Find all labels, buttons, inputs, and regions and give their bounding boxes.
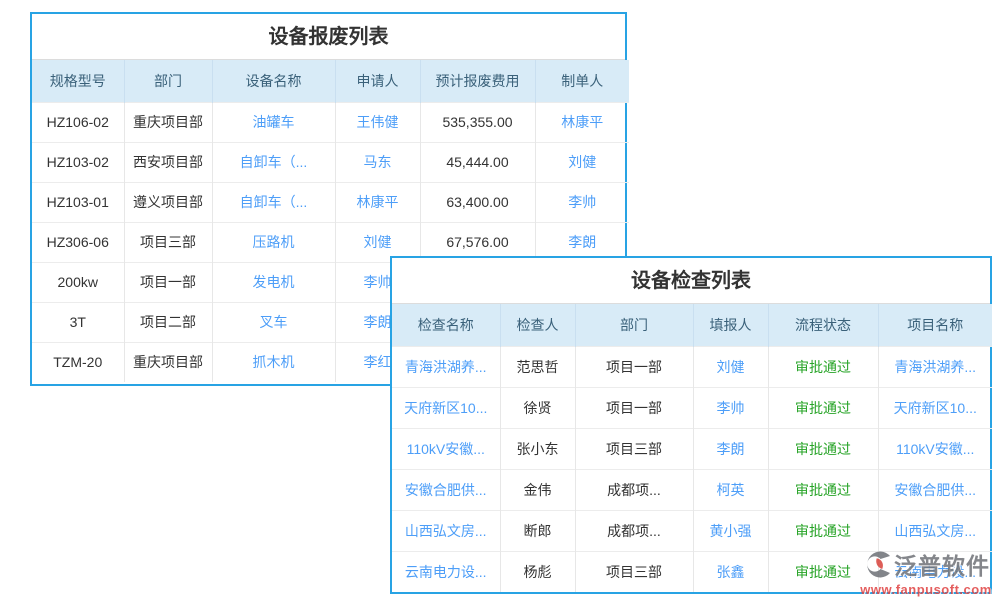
- col-department: 部门: [575, 304, 693, 346]
- inspection-list-table: 检查名称 检查人 部门 填报人 流程状态 项目名称 青海洪湖养... 范思哲 项…: [392, 304, 992, 592]
- table-row: 山西弘文房... 断郎 成都项... 黄小强 审批通过 山西弘文房...: [392, 510, 992, 551]
- cell-inspection-name[interactable]: 云南电力设...: [392, 551, 500, 592]
- cell-applicant[interactable]: 马东: [335, 142, 420, 182]
- cell-project-name[interactable]: 山西弘文房...: [878, 510, 992, 551]
- col-department: 部门: [124, 60, 212, 102]
- cell-scrap-cost: 63,400.00: [420, 182, 535, 222]
- col-scrap-cost: 预计报废费用: [420, 60, 535, 102]
- inspection-list-panel: 设备检查列表 检查名称 检查人 部门 填报人 流程状态 项目名称 青海洪湖养..…: [390, 256, 992, 594]
- table-row: 安徽合肥供... 金伟 成都项... 柯英 审批通过 安徽合肥供...: [392, 469, 992, 510]
- cell-equipment-name[interactable]: 自卸车（...: [212, 142, 335, 182]
- col-flow-status: 流程状态: [768, 304, 878, 346]
- cell-inspector: 断郎: [500, 510, 575, 551]
- cell-applicant[interactable]: 王伟健: [335, 102, 420, 142]
- cell-inspector: 范思哲: [500, 346, 575, 387]
- cell-department: 项目三部: [575, 428, 693, 469]
- cell-scrap-cost: 45,444.00: [420, 142, 535, 182]
- cell-department: 重庆项目部: [124, 102, 212, 142]
- cell-flow-status: 审批通过: [768, 428, 878, 469]
- cell-department: 项目二部: [124, 302, 212, 342]
- cell-inspection-name[interactable]: 110kV安徽...: [392, 428, 500, 469]
- cell-filler[interactable]: 刘健: [693, 346, 768, 387]
- scrap-header-row: 规格型号 部门 设备名称 申请人 预计报废费用 制单人: [32, 60, 629, 102]
- cell-creator[interactable]: 林康平: [535, 102, 629, 142]
- cell-department: 遵义项目部: [124, 182, 212, 222]
- table-row: 天府新区10... 徐贤 项目一部 李帅 审批通过 天府新区10...: [392, 387, 992, 428]
- col-inspection-name: 检查名称: [392, 304, 500, 346]
- table-row: 青海洪湖养... 范思哲 项目一部 刘健 审批通过 青海洪湖养...: [392, 346, 992, 387]
- cell-inspector: 金伟: [500, 469, 575, 510]
- cell-department: 成都项...: [575, 469, 693, 510]
- col-project-name: 项目名称: [878, 304, 992, 346]
- cell-equipment-name[interactable]: 发电机: [212, 262, 335, 302]
- cell-equipment-name[interactable]: 叉车: [212, 302, 335, 342]
- cell-inspection-name[interactable]: 安徽合肥供...: [392, 469, 500, 510]
- cell-applicant[interactable]: 林康平: [335, 182, 420, 222]
- cell-project-name[interactable]: 青海洪湖养...: [878, 346, 992, 387]
- cell-flow-status: 审批通过: [768, 469, 878, 510]
- cell-filler[interactable]: 黄小强: [693, 510, 768, 551]
- cell-equipment-name[interactable]: 抓木机: [212, 342, 335, 382]
- col-applicant: 申请人: [335, 60, 420, 102]
- cell-creator[interactable]: 刘健: [535, 142, 629, 182]
- table-row: 云南电力设... 杨彪 项目三部 张鑫 审批通过 云南电力设...: [392, 551, 992, 592]
- cell-flow-status: 审批通过: [768, 510, 878, 551]
- col-filler: 填报人: [693, 304, 768, 346]
- cell-creator[interactable]: 李帅: [535, 182, 629, 222]
- cell-inspection-name[interactable]: 天府新区10...: [392, 387, 500, 428]
- cell-inspector: 张小东: [500, 428, 575, 469]
- col-inspector: 检查人: [500, 304, 575, 346]
- cell-filler[interactable]: 柯英: [693, 469, 768, 510]
- cell-spec-model: 200kw: [32, 262, 124, 302]
- cell-inspector: 徐贤: [500, 387, 575, 428]
- table-row: HZ103-01 遵义项目部 自卸车（... 林康平 63,400.00 李帅: [32, 182, 629, 222]
- cell-spec-model: HZ103-01: [32, 182, 124, 222]
- cell-spec-model: TZM-20: [32, 342, 124, 382]
- cell-project-name[interactable]: 110kV安徽...: [878, 428, 992, 469]
- cell-department: 项目三部: [124, 222, 212, 262]
- cell-inspection-name[interactable]: 青海洪湖养...: [392, 346, 500, 387]
- cell-department: 成都项...: [575, 510, 693, 551]
- cell-inspector: 杨彪: [500, 551, 575, 592]
- table-row: HZ103-02 西安项目部 自卸车（... 马东 45,444.00 刘健: [32, 142, 629, 182]
- cell-department: 重庆项目部: [124, 342, 212, 382]
- col-spec-model: 规格型号: [32, 60, 124, 102]
- cell-inspection-name[interactable]: 山西弘文房...: [392, 510, 500, 551]
- col-equipment-name: 设备名称: [212, 60, 335, 102]
- cell-equipment-name[interactable]: 油罐车: [212, 102, 335, 142]
- scrap-list-title: 设备报废列表: [32, 14, 625, 60]
- cell-project-name[interactable]: 云南电力设...: [878, 551, 992, 592]
- cell-spec-model: 3T: [32, 302, 124, 342]
- cell-spec-model: HZ103-02: [32, 142, 124, 182]
- cell-scrap-cost: 535,355.00: [420, 102, 535, 142]
- cell-equipment-name[interactable]: 自卸车（...: [212, 182, 335, 222]
- cell-department: 项目三部: [575, 551, 693, 592]
- inspection-list-title: 设备检查列表: [392, 258, 990, 304]
- table-row: HZ106-02 重庆项目部 油罐车 王伟健 535,355.00 林康平: [32, 102, 629, 142]
- cell-flow-status: 审批通过: [768, 387, 878, 428]
- cell-project-name[interactable]: 安徽合肥供...: [878, 469, 992, 510]
- cell-filler[interactable]: 张鑫: [693, 551, 768, 592]
- cell-spec-model: HZ106-02: [32, 102, 124, 142]
- cell-flow-status: 审批通过: [768, 551, 878, 592]
- cell-filler[interactable]: 李帅: [693, 387, 768, 428]
- cell-department: 项目一部: [575, 346, 693, 387]
- col-creator: 制单人: [535, 60, 629, 102]
- cell-flow-status: 审批通过: [768, 346, 878, 387]
- cell-project-name[interactable]: 天府新区10...: [878, 387, 992, 428]
- cell-department: 西安项目部: [124, 142, 212, 182]
- cell-department: 项目一部: [124, 262, 212, 302]
- cell-equipment-name[interactable]: 压路机: [212, 222, 335, 262]
- cell-spec-model: HZ306-06: [32, 222, 124, 262]
- inspection-header-row: 检查名称 检查人 部门 填报人 流程状态 项目名称: [392, 304, 992, 346]
- cell-filler[interactable]: 李朗: [693, 428, 768, 469]
- table-row: 110kV安徽... 张小东 项目三部 李朗 审批通过 110kV安徽...: [392, 428, 992, 469]
- cell-department: 项目一部: [575, 387, 693, 428]
